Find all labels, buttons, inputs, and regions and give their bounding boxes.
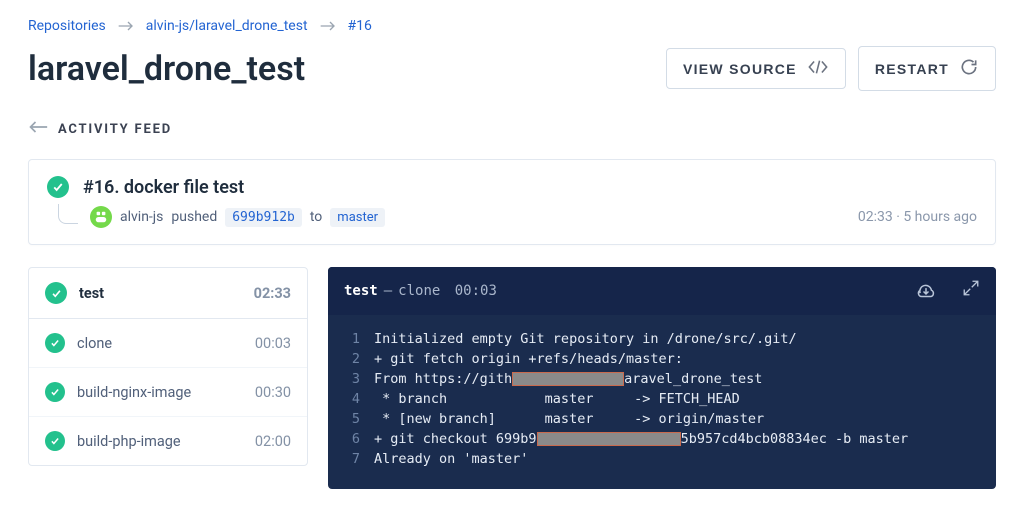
button-label: RESTART [875, 61, 949, 77]
console-step-name: clone [398, 283, 440, 299]
log-console: test — clone 00:03 1Initialized empty Gi… [328, 267, 996, 489]
page-title: laravel_drone_test [28, 49, 654, 89]
stage-header[interactable]: test 02:33 [29, 268, 307, 319]
breadcrumb: Repositories alvin-js/laravel_drone_test… [28, 18, 996, 34]
redacted-block [512, 372, 624, 386]
stage-time: 02:33 [254, 285, 291, 302]
console-separator: — [384, 283, 392, 299]
step-name: build-nginx-image [77, 384, 255, 401]
step-time: 00:03 [255, 335, 291, 352]
refresh-icon [959, 57, 979, 80]
step-row[interactable]: clone00:03 [29, 319, 307, 367]
step-row[interactable]: build-php-image02:00 [29, 416, 307, 465]
log-line: 2+ git fetch origin +refs/heads/master: [338, 349, 986, 369]
console-stage-name: test [344, 283, 378, 299]
build-duration: 02:33 [858, 209, 893, 225]
step-time: 02:00 [255, 433, 291, 450]
breadcrumb-repo[interactable]: alvin-js/laravel_drone_test [146, 18, 308, 34]
stage-name: test [79, 285, 254, 302]
step-time: 00:30 [255, 384, 291, 401]
check-circle-icon [45, 382, 65, 402]
step-row[interactable]: build-nginx-image00:30 [29, 367, 307, 416]
check-circle-icon [45, 333, 65, 353]
stage-list: test 02:33 clone00:03build-nginx-image00… [28, 267, 308, 466]
log-line: 1Initialized empty Git repository in /dr… [338, 329, 986, 349]
meta-separator: · [893, 209, 904, 225]
download-icon[interactable] [916, 279, 936, 303]
expand-icon[interactable] [962, 279, 980, 303]
build-title: #16. docker file test [83, 177, 244, 198]
code-icon [807, 59, 829, 78]
chevron-right-icon [320, 20, 336, 32]
arrow-left-icon [28, 121, 48, 137]
restart-button[interactable]: RESTART [858, 46, 996, 91]
check-circle-icon [45, 282, 67, 304]
chevron-right-icon [118, 20, 134, 32]
redacted-block [537, 432, 681, 446]
commit-sha-link[interactable]: 699b912b [225, 208, 302, 227]
ref-link[interactable]: master [330, 208, 385, 227]
log-body[interactable]: 1Initialized empty Git repository in /dr… [328, 315, 996, 489]
build-action: pushed [171, 209, 217, 225]
activity-feed-label: ACTIVITY FEED [58, 122, 172, 137]
log-line: 7Already on 'master' [338, 449, 986, 469]
build-summary-card: #16. docker file test alvin-js pushed 69… [28, 159, 996, 245]
activity-feed-link[interactable]: ACTIVITY FEED [28, 121, 172, 137]
step-name: clone [77, 335, 255, 352]
build-age: 5 hours ago [903, 209, 977, 225]
log-line: 5 * [new branch] master -> origin/master [338, 409, 986, 429]
breadcrumb-repositories[interactable]: Repositories [28, 18, 106, 34]
button-label: VIEW SOURCE [683, 61, 797, 77]
console-step-time: 00:03 [446, 283, 497, 299]
step-name: build-php-image [77, 433, 255, 450]
avatar [90, 206, 112, 228]
build-to: to [310, 209, 322, 225]
check-circle-icon [45, 431, 65, 451]
log-line: 6+ git checkout 699b95b957cd4bcb08834ec … [338, 429, 986, 449]
breadcrumb-build: #16 [348, 18, 372, 34]
log-line: 3From https://githaravel_drone_test [338, 369, 986, 389]
build-author: alvin-js [120, 209, 163, 225]
connector-line [58, 204, 78, 224]
check-circle-icon [47, 176, 69, 198]
view-source-button[interactable]: VIEW SOURCE [666, 48, 846, 89]
log-line: 4 * branch master -> FETCH_HEAD [338, 389, 986, 409]
